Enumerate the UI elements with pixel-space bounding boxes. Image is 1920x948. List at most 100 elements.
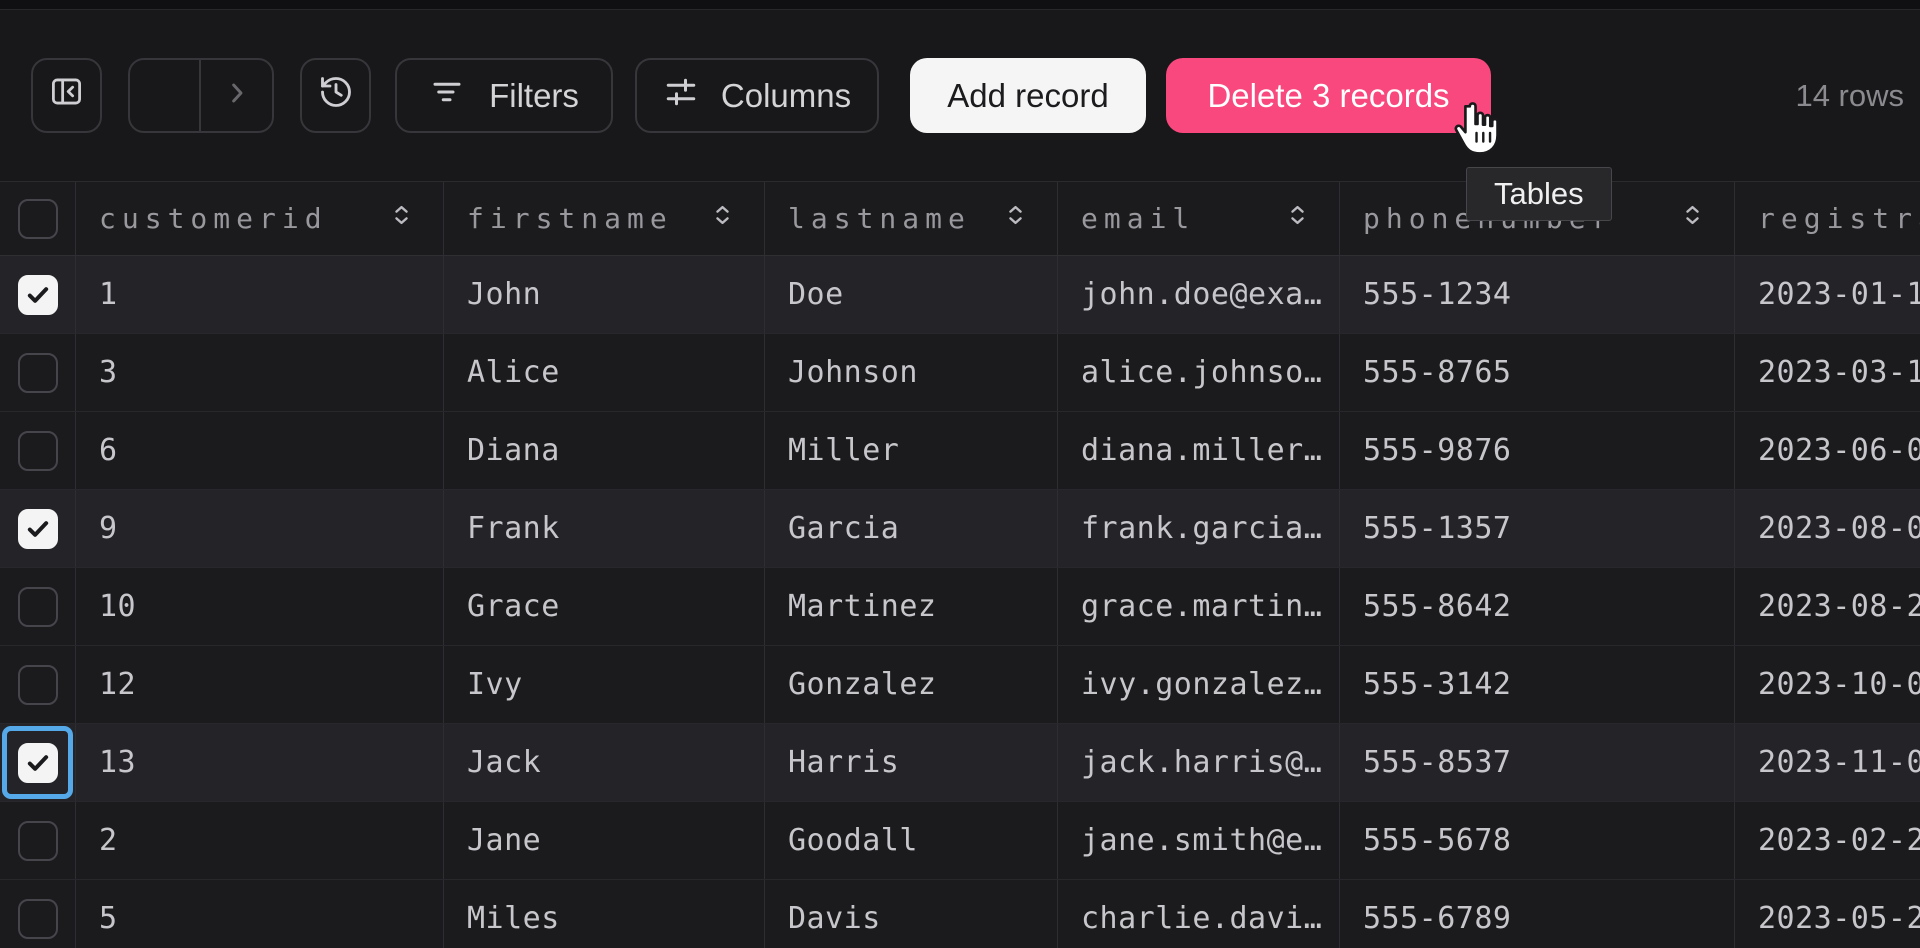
cell-email[interactable]: john.doe@exa… [1058, 256, 1340, 333]
cell-firstname[interactable]: Jack [444, 724, 765, 801]
cell-firstname[interactable]: Ivy [444, 646, 765, 723]
cell-lastname[interactable]: Martinez [765, 568, 1058, 645]
row-checkbox[interactable] [18, 821, 58, 861]
cell-customerid[interactable]: 2 [76, 802, 444, 879]
columns-button[interactable]: Columns [635, 58, 879, 133]
row-checkbox[interactable] [18, 509, 58, 549]
tables-tooltip: Tables [1466, 167, 1612, 221]
column-header-label: customerid [99, 202, 328, 235]
cell-phonenumber[interactable]: 555-1357 [1340, 490, 1735, 567]
cell-lastname[interactable]: Goodall [765, 802, 1058, 879]
cell-phonenumber[interactable]: 555-1234 [1340, 256, 1735, 333]
cell-registrationdate[interactable]: 2023-06-0 [1735, 412, 1920, 489]
table-row[interactable]: 6 Diana Miller diana.miller… 555-9876 20… [0, 412, 1920, 490]
table-row[interactable]: 10 Grace Martinez grace.martin… 555-8642… [0, 568, 1920, 646]
row-checkbox[interactable] [18, 431, 58, 471]
column-header-email[interactable]: email [1058, 182, 1340, 255]
cell-firstname[interactable]: Frank [444, 490, 765, 567]
select-all-cell [0, 182, 76, 255]
add-record-button-label: Add record [947, 77, 1108, 115]
cell-customerid[interactable]: 9 [76, 490, 444, 567]
cell-registrationdate[interactable]: 2023-05-2 [1735, 880, 1920, 948]
cell-firstname[interactable]: Grace [444, 568, 765, 645]
cell-email[interactable]: jack.harris@… [1058, 724, 1340, 801]
table-row[interactable]: 3 Alice Johnson alice.johnso… 555-8765 2… [0, 334, 1920, 412]
table-row[interactable]: 2 Jane Goodall jane.smith@e… 555-5678 20… [0, 802, 1920, 880]
cell-email[interactable]: grace.martin… [1058, 568, 1340, 645]
row-checkbox[interactable] [18, 665, 58, 705]
column-header-registrationdate[interactable]: registrat [1735, 182, 1920, 255]
row-checkbox[interactable] [18, 743, 58, 783]
cell-registrationdate[interactable]: 2023-02-2 [1735, 802, 1920, 879]
cell-customerid[interactable]: 3 [76, 334, 444, 411]
add-record-button[interactable]: Add record [910, 58, 1146, 133]
row-select-cell [0, 646, 76, 723]
cell-phonenumber[interactable]: 555-6789 [1340, 880, 1735, 948]
cell-lastname[interactable]: Harris [765, 724, 1058, 801]
cell-lastname[interactable]: Miller [765, 412, 1058, 489]
cell-lastname[interactable]: Gonzalez [765, 646, 1058, 723]
table-row[interactable]: 5 Miles Davis charlie.davi… 555-6789 202… [0, 880, 1920, 948]
cell-customerid[interactable]: 10 [76, 568, 444, 645]
cell-registrationdate[interactable]: 2023-11-0 [1735, 724, 1920, 801]
row-checkbox[interactable] [18, 353, 58, 393]
column-header-customerid[interactable]: customerid [76, 182, 444, 255]
row-checkbox[interactable] [18, 275, 58, 315]
cell-firstname[interactable]: Diana [444, 412, 765, 489]
cell-email[interactable]: alice.johnso… [1058, 334, 1340, 411]
cell-email[interactable]: jane.smith@e… [1058, 802, 1340, 879]
cell-phonenumber[interactable]: 555-5678 [1340, 802, 1735, 879]
cell-email[interactable]: ivy.gonzalez… [1058, 646, 1340, 723]
cell-registrationdate[interactable]: 2023-08-2 [1735, 568, 1920, 645]
cell-customerid[interactable]: 12 [76, 646, 444, 723]
cell-phonenumber[interactable]: 555-9876 [1340, 412, 1735, 489]
cell-firstname[interactable]: Alice [444, 334, 765, 411]
cell-firstname[interactable]: John [444, 256, 765, 333]
cell-lastname[interactable]: Doe [765, 256, 1058, 333]
cell-phonenumber[interactable]: 555-8642 [1340, 568, 1735, 645]
cell-lastname[interactable]: Davis [765, 880, 1058, 948]
sidebar-toggle-button[interactable] [31, 58, 102, 133]
filters-button-label: Filters [489, 77, 579, 115]
cell-email[interactable]: diana.miller… [1058, 412, 1340, 489]
table-row[interactable]: 13 Jack Harris jack.harris@… 555-8537 20… [0, 724, 1920, 802]
row-select-cell [0, 412, 76, 489]
cell-firstname[interactable]: Miles [444, 880, 765, 948]
cell-registrationdate[interactable]: 2023-08-0 [1735, 490, 1920, 567]
row-checkbox[interactable] [18, 899, 58, 939]
cell-phonenumber[interactable]: 555-8765 [1340, 334, 1735, 411]
cell-customerid[interactable]: 6 [76, 412, 444, 489]
delete-records-button-label: Delete 3 records [1207, 77, 1449, 115]
cell-phonenumber[interactable]: 555-8537 [1340, 724, 1735, 801]
back-button[interactable] [130, 60, 201, 131]
table-row[interactable]: 1 John Doe john.doe@exa… 555-1234 2023-0… [0, 256, 1920, 334]
cell-email[interactable]: charlie.davi… [1058, 880, 1340, 948]
column-header-label: lastname [788, 202, 971, 235]
history-button[interactable] [300, 58, 371, 133]
cell-lastname[interactable]: Garcia [765, 490, 1058, 567]
cell-firstname[interactable]: Jane [444, 802, 765, 879]
cell-registrationdate[interactable]: 2023-03-1 [1735, 334, 1920, 411]
cell-registrationdate[interactable]: 2023-01-1 [1735, 256, 1920, 333]
column-header-label: registrat [1758, 202, 1920, 235]
row-select-cell [0, 256, 76, 333]
delete-records-button[interactable]: Delete 3 records [1166, 58, 1491, 133]
cell-phonenumber[interactable]: 555-3142 [1340, 646, 1735, 723]
cell-lastname[interactable]: Johnson [765, 334, 1058, 411]
cell-email[interactable]: frank.garcia… [1058, 490, 1340, 567]
cell-customerid[interactable]: 5 [76, 880, 444, 948]
select-all-checkbox[interactable] [18, 199, 58, 239]
column-header-firstname[interactable]: firstname [444, 182, 765, 255]
row-checkbox[interactable] [18, 587, 58, 627]
cell-customerid[interactable]: 13 [76, 724, 444, 801]
sort-chevrons-icon [709, 199, 736, 238]
column-header-lastname[interactable]: lastname [765, 182, 1058, 255]
row-select-cell [0, 568, 76, 645]
table-row[interactable]: 12 Ivy Gonzalez ivy.gonzalez… 555-3142 2… [0, 646, 1920, 724]
cell-registrationdate[interactable]: 2023-10-0 [1735, 646, 1920, 723]
cell-customerid[interactable]: 1 [76, 256, 444, 333]
chevron-left-icon [149, 77, 181, 114]
forward-button[interactable] [201, 60, 272, 131]
table-row[interactable]: 9 Frank Garcia frank.garcia… 555-1357 20… [0, 490, 1920, 568]
filters-button[interactable]: Filters [395, 58, 613, 133]
